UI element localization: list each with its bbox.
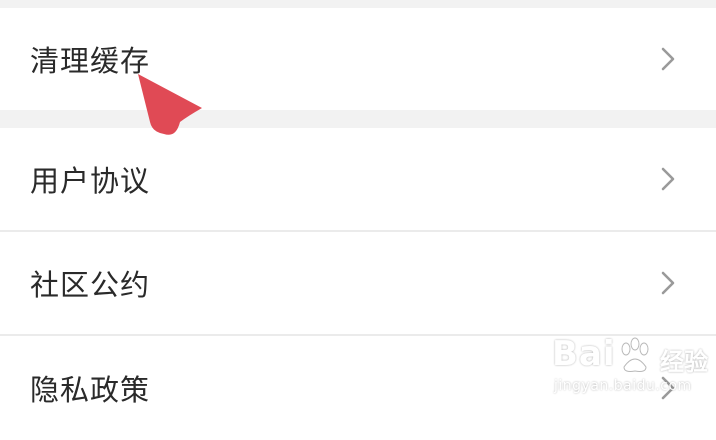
watermark-brand: Bai: [552, 334, 616, 374]
settings-item-community-rules[interactable]: 社区公约: [0, 232, 716, 334]
red-arrow-pointer-icon: [130, 66, 206, 142]
paw-icon: [618, 337, 652, 379]
chevron-right-icon: [660, 166, 676, 192]
settings-item-user-agreement[interactable]: 用户协议: [0, 128, 716, 230]
settings-item-label: 用户协议: [30, 164, 151, 198]
settings-item-label: 隐私政策: [30, 373, 151, 407]
settings-item-label: 社区公约: [30, 268, 151, 302]
watermark-url: jingyan.baidu.com: [554, 378, 692, 394]
watermark-suffix: 经验: [660, 348, 708, 376]
chevron-right-icon: [660, 46, 676, 72]
chevron-right-icon: [660, 270, 676, 296]
watermark: Bai 经验 jingyan.baidu.com: [548, 332, 714, 408]
settings-item-clear-cache[interactable]: 清理缓存: [0, 8, 716, 110]
